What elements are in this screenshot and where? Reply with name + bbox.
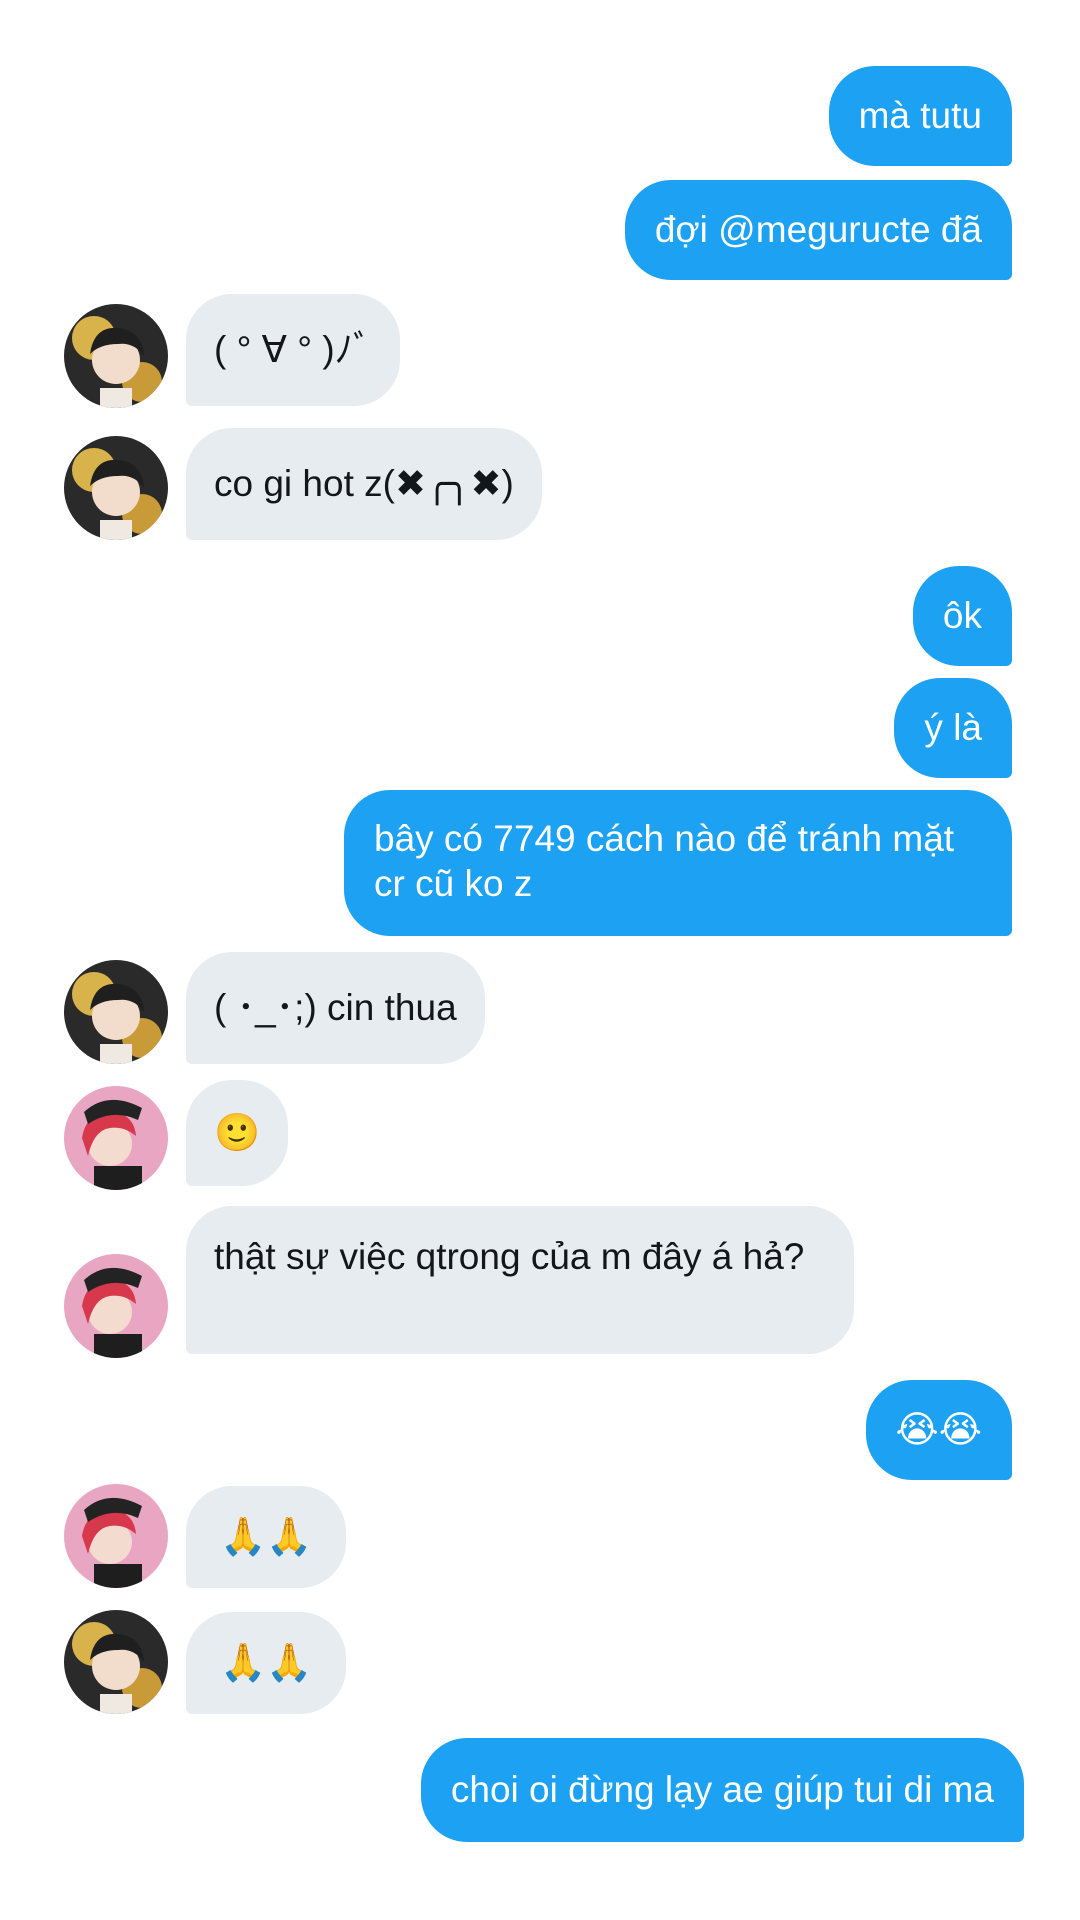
outgoing-message-bubble[interactable]: choi oi đừng lạy ae giúp tui di ma — [420, 1738, 1024, 1842]
outgoing-message-bubble[interactable]: đợi @meguructe đã — [624, 180, 1012, 280]
avatar-red-hair-user[interactable] — [64, 1484, 168, 1588]
outgoing-message-bubble[interactable]: mà tutu — [828, 66, 1012, 166]
outgoing-message-bubble[interactable]: ý là — [894, 678, 1012, 778]
avatar-red-hair-icon — [64, 1086, 168, 1190]
incoming-message-bubble[interactable]: 🙏🙏 — [186, 1486, 347, 1588]
outgoing-message-bubble[interactable]: ôk — [912, 566, 1012, 666]
avatar-dark-hair-user[interactable] — [64, 1610, 168, 1714]
avatar-dark-hair-user[interactable] — [64, 960, 168, 1064]
outgoing-message-bubble[interactable]: 😭😭 — [865, 1380, 1012, 1480]
avatar-red-hair-icon — [64, 1254, 168, 1358]
avatar-dark-hair-user[interactable] — [64, 436, 168, 540]
avatar-dark-hair-icon — [64, 960, 168, 1064]
incoming-message-bubble[interactable]: thật sự việc qtrong của m đây á hả? — [186, 1206, 854, 1354]
outgoing-message-bubble[interactable]: bây có 7749 cách nào để tránh mặt cr cũ … — [344, 790, 1012, 936]
incoming-message-bubble[interactable]: ( ° ∀ ° )ﾉﾞ — [186, 294, 400, 406]
avatar-dark-hair-user[interactable] — [64, 304, 168, 408]
avatar-red-hair-icon — [64, 1484, 168, 1588]
avatar-red-hair-user[interactable] — [64, 1254, 168, 1358]
incoming-message-bubble[interactable]: 🙂 — [186, 1080, 289, 1186]
avatar-dark-hair-icon — [64, 304, 168, 408]
incoming-message-bubble[interactable]: co gi hot z(✖╭╮✖) — [186, 428, 542, 540]
incoming-message-bubble[interactable]: 🙏🙏 — [186, 1612, 347, 1714]
avatar-dark-hair-icon — [64, 1610, 168, 1714]
avatar-red-hair-user[interactable] — [64, 1086, 168, 1190]
incoming-message-bubble[interactable]: ( ･_･;) cin thua — [186, 952, 485, 1064]
avatar-dark-hair-icon — [64, 436, 168, 540]
